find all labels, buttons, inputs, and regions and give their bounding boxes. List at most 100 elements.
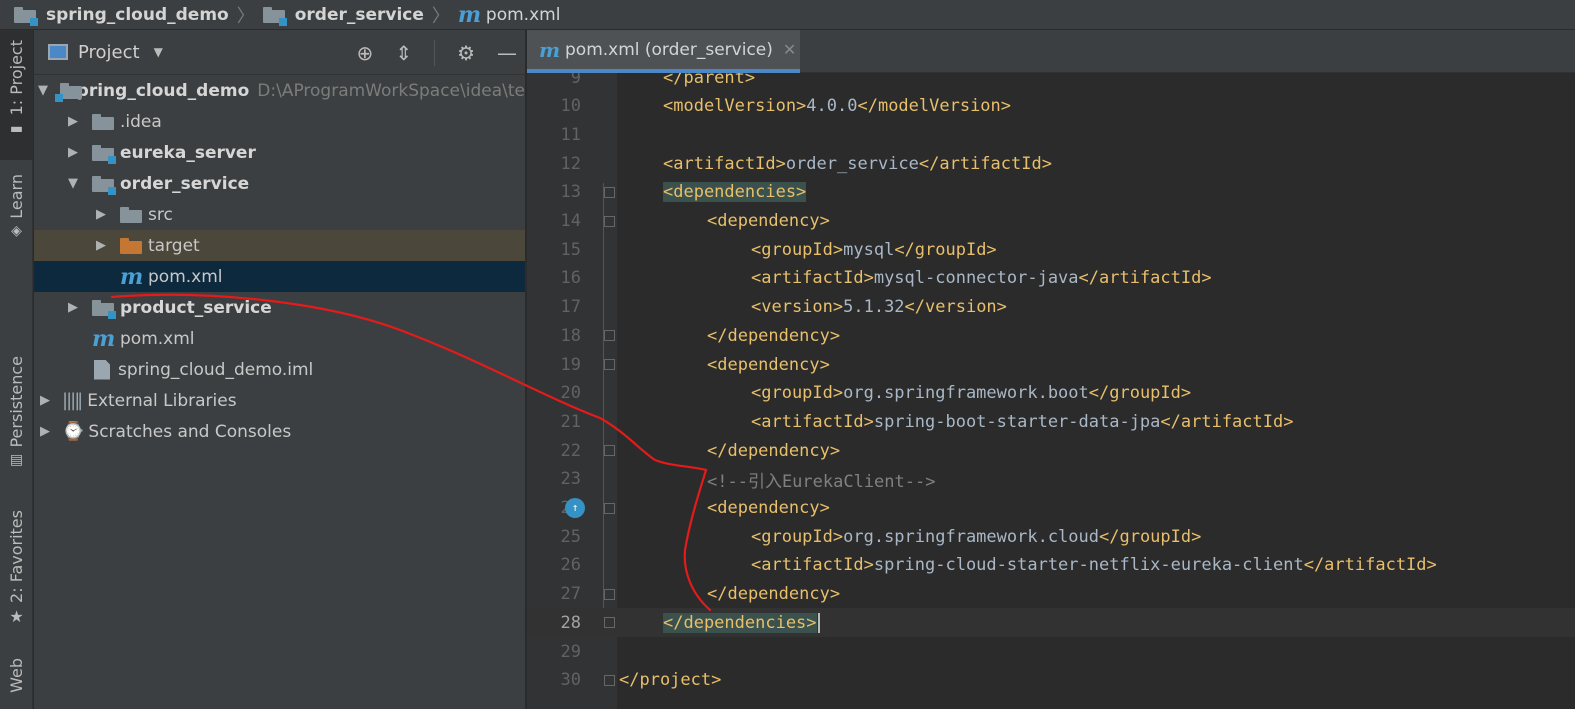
collapsed-arrow-icon[interactable]: ▶ bbox=[66, 300, 80, 315]
tree-item-label: order_service bbox=[120, 173, 250, 194]
module-folder-icon bbox=[262, 6, 287, 26]
tree-item-src[interactable]: ▶ src bbox=[34, 199, 525, 230]
code-text: <dependency> bbox=[707, 211, 830, 231]
tool-button-learn[interactable]: Learn ◈ bbox=[0, 170, 33, 260]
code-line[interactable]: 29 bbox=[527, 637, 1575, 666]
line-number: 21 bbox=[560, 411, 581, 432]
code-line[interactable]: 28 </dependencies> bbox=[527, 608, 1575, 638]
fold-marker-icon[interactable] bbox=[604, 330, 615, 342]
code-line[interactable]: 20 <groupId>org.springframework.boot</gro… bbox=[527, 379, 1575, 408]
tree-item-order-pom[interactable]: m pom.xml bbox=[34, 261, 525, 292]
line-number: 22 bbox=[560, 440, 581, 461]
code-line[interactable]: 12 <artifactId>order_service</artifactId> bbox=[527, 149, 1575, 178]
collapsed-arrow-icon[interactable]: ▶ bbox=[94, 238, 108, 253]
tree-item-order-service[interactable]: ▼ order_service bbox=[34, 168, 525, 199]
tree-item-external-libraries[interactable]: ▶ |||‖ External Libraries bbox=[34, 385, 525, 416]
text-caret bbox=[817, 612, 820, 633]
fold-marker-icon[interactable] bbox=[604, 588, 615, 600]
code-line[interactable]: 21 <artifactId>spring-boot-starter-data-j… bbox=[527, 407, 1575, 436]
code-text: </dependency> bbox=[707, 325, 841, 346]
code-line[interactable]: 14 <dependency> bbox=[527, 207, 1575, 236]
collapsed-arrow-icon[interactable]: ▶ bbox=[94, 207, 108, 222]
tree-item-iml[interactable]: spring_cloud_demo.iml bbox=[34, 354, 525, 385]
code-text: <artifactId>spring-boot-starter-data-jpa… bbox=[751, 411, 1294, 432]
line-number: 12 bbox=[560, 153, 581, 174]
fold-marker-icon[interactable] bbox=[604, 445, 615, 457]
fold-marker-icon[interactable] bbox=[604, 186, 615, 198]
code-line[interactable]: 16 <artifactId>mysql-connector-java</arti… bbox=[527, 264, 1575, 293]
collapsed-arrow-icon[interactable]: ▶ bbox=[66, 114, 80, 129]
fold-marker-icon[interactable] bbox=[604, 502, 615, 514]
code-line[interactable]: 18 </dependency> bbox=[527, 321, 1575, 350]
dropdown-arrow-icon[interactable]: ▼ bbox=[154, 45, 163, 59]
panel-toolbar: ⊕ ⇕ ⚙ — bbox=[357, 30, 517, 75]
minimize-icon[interactable]: — bbox=[497, 41, 517, 65]
tool-button-favorites[interactable]: 2: Favorites ★ bbox=[0, 506, 33, 634]
code-text: <modelVersion>4.0.0</modelVersion> bbox=[663, 96, 1012, 117]
editor-tab-bar: m pom.xml (order_service) ✕ bbox=[527, 30, 1575, 73]
line-number: 11 bbox=[560, 124, 581, 145]
tree-item-root-pom[interactable]: m pom.xml bbox=[34, 323, 525, 354]
code-line[interactable]: 25 <groupId>org.springframework.cloud</gr… bbox=[527, 522, 1575, 551]
tree-item-spring-cloud-demo[interactable]: ▼ spring_cloud_demo D:\AProgramWorkSpace… bbox=[34, 75, 525, 106]
code-line[interactable]: 24↑<dependency> bbox=[527, 494, 1575, 523]
code-text: <artifactId>order_service</artifactId> bbox=[663, 153, 1052, 174]
line-number: 19 bbox=[560, 354, 581, 375]
tree-item-product-service[interactable]: ▶ product_service bbox=[34, 292, 525, 323]
fold-marker-icon[interactable] bbox=[604, 359, 615, 370]
code-line[interactable]: 27 </dependency> bbox=[527, 580, 1575, 609]
breadcrumb-item-module[interactable]: order_service bbox=[262, 5, 424, 26]
code-text: <groupId>mysql</groupId> bbox=[751, 239, 997, 260]
code-line[interactable]: 10 <modelVersion>4.0.0</modelVersion> bbox=[527, 92, 1575, 121]
code-text: <!--引入EurekaClient--> bbox=[707, 471, 936, 492]
code-line[interactable]: 26 <artifactId>spring-cloud-starter-netfl… bbox=[527, 551, 1575, 580]
gear-icon[interactable]: ⚙ bbox=[457, 41, 475, 65]
module-folder-icon bbox=[92, 175, 116, 195]
code-line[interactable]: 17 <version>5.1.32</version> bbox=[527, 293, 1575, 322]
project-view-selector[interactable]: Project bbox=[78, 42, 140, 63]
expand-arrow-icon[interactable]: ▼ bbox=[66, 176, 80, 191]
tool-button-label: 2: Favorites bbox=[7, 510, 26, 603]
tree-item-idea[interactable]: ▶ .idea bbox=[34, 106, 525, 137]
tree-item-target[interactable]: ▶ target bbox=[34, 230, 525, 261]
breadcrumb-item-file[interactable]: m pom.xml bbox=[458, 2, 561, 28]
line-number: 23 bbox=[560, 469, 581, 490]
module-folder-icon bbox=[92, 144, 116, 164]
code-line[interactable]: 23 <!--引入EurekaClient--> bbox=[527, 465, 1575, 494]
maven-dependency-gutter-icon[interactable]: ↑ bbox=[565, 497, 585, 518]
code-line[interactable]: 30 </project> bbox=[527, 666, 1575, 695]
expand-arrow-icon[interactable]: ▼ bbox=[38, 83, 48, 98]
tab-label: pom.xml (order_service) bbox=[565, 39, 773, 60]
code-editor[interactable]: 9 </parent> 10 <modelVersion>4.0.0</modelVe… bbox=[527, 73, 1575, 709]
code-line[interactable]: 11 bbox=[527, 120, 1575, 149]
locate-icon[interactable]: ⊕ bbox=[357, 41, 374, 65]
collapsed-arrow-icon[interactable]: ▶ bbox=[66, 145, 80, 160]
fold-marker-icon[interactable] bbox=[604, 674, 615, 686]
code-line[interactable]: 19 <dependency> bbox=[527, 350, 1575, 379]
fold-marker-icon[interactable] bbox=[604, 215, 615, 227]
breadcrumb-item-project[interactable]: spring_cloud_demo bbox=[14, 5, 229, 26]
fold-marker-icon[interactable] bbox=[604, 617, 615, 629]
tool-button-project[interactable]: 1: Project ▬ bbox=[0, 30, 33, 160]
tree-item-label: spring_cloud_demo bbox=[66, 80, 250, 101]
close-icon[interactable]: ✕ bbox=[783, 40, 796, 59]
collapse-all-icon[interactable]: ⇕ bbox=[395, 41, 412, 65]
tree-item-scratches[interactable]: ▶ ⌚ Scratches and Consoles bbox=[34, 416, 525, 447]
tree-item-eureka-server[interactable]: ▶ eureka_server bbox=[34, 137, 525, 168]
tool-button-label: Web bbox=[7, 658, 26, 693]
collapsed-arrow-icon[interactable]: ▶ bbox=[38, 424, 52, 439]
code-line[interactable]: 15 <groupId>mysql</groupId> bbox=[527, 235, 1575, 264]
scratches-icon: ⌚ bbox=[62, 421, 84, 442]
code-line[interactable]: 13 <dependencies> bbox=[527, 178, 1575, 207]
code-line[interactable]: 9 </parent> bbox=[527, 73, 1575, 92]
library-icon: |||‖ bbox=[62, 390, 83, 411]
tool-button-web[interactable]: Web bbox=[0, 654, 33, 709]
code-line[interactable]: 22 </dependency> bbox=[527, 436, 1575, 465]
iml-file-icon bbox=[94, 359, 110, 380]
breadcrumb-label: pom.xml bbox=[485, 4, 561, 25]
toolbar-divider bbox=[434, 39, 436, 66]
line-number: 10 bbox=[560, 96, 581, 117]
collapsed-arrow-icon[interactable]: ▶ bbox=[38, 393, 52, 408]
tab-pom-xml-order-service[interactable]: m pom.xml (order_service) ✕ bbox=[527, 30, 800, 73]
tool-button-persistence[interactable]: Persistence ▤ bbox=[0, 352, 33, 482]
